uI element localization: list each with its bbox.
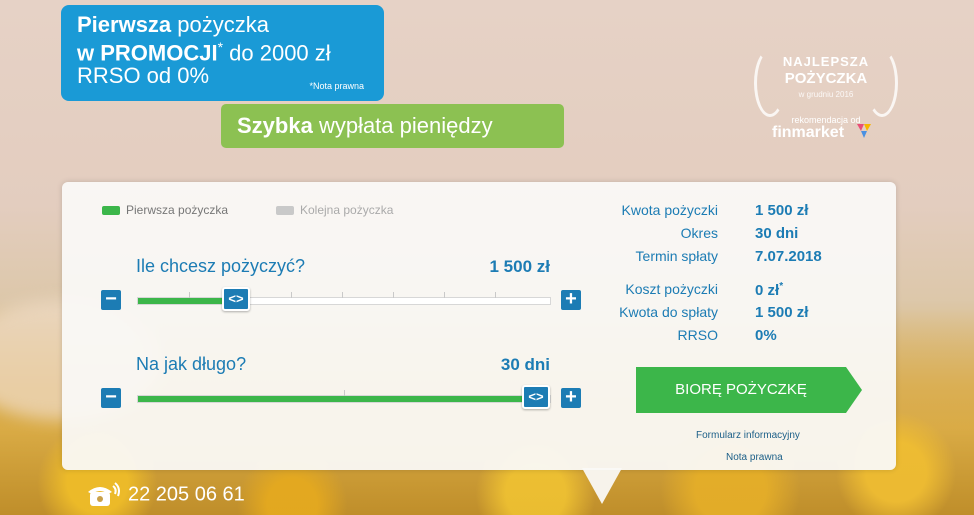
panel-speech-tail — [582, 468, 622, 504]
speech-bubble-icon — [276, 206, 294, 216]
slider-tick — [393, 292, 394, 298]
phone-contact[interactable]: 22 205 06 61 — [88, 482, 245, 508]
summary-row-total: Kwota do spłaty 1 500 zł — [619, 304, 809, 321]
slider-tick — [444, 292, 445, 298]
tab-next-loan[interactable]: Kolejna pożyczka — [276, 203, 393, 217]
term-increase-button[interactable]: + — [561, 387, 581, 408]
term-slider-track[interactable]: <> — [137, 385, 551, 409]
info-form-link[interactable]: Formularz informacyjny — [696, 430, 800, 441]
summary-row-period: Okres 30 dni — [680, 225, 799, 242]
award-badge: NAJLEPSZA POŻYCZKA w grudniu 2016 rekome… — [752, 44, 900, 154]
amount-increase-button[interactable]: + — [561, 289, 581, 310]
legal-note-link[interactable]: Nota prawna — [726, 452, 783, 463]
slider-tick — [344, 390, 345, 396]
slider-tick — [342, 292, 343, 298]
amount-decrease-button[interactable]: − — [101, 289, 121, 310]
summary-row-rrso: RRSO 0% — [677, 327, 777, 344]
finmarket-logo-text: finmarket — [772, 124, 845, 141]
promo-legal-note-link[interactable]: *Nota prawna — [309, 81, 364, 91]
phone-icon — [88, 482, 120, 506]
loan-calculator-panel: Pierwsza pożyczka Kolejna pożyczka Ile c… — [62, 182, 896, 470]
term-slider-handle[interactable]: <> — [522, 385, 550, 409]
amount-slider-handle[interactable]: <> — [222, 287, 250, 311]
slider-tick — [189, 292, 190, 298]
speech-bubble-icon — [102, 206, 120, 216]
promo-line-2: w PROMOCJI* do 2000 zł — [77, 39, 331, 66]
term-label: Na jak długo? — [136, 354, 247, 374]
fast-payout-banner: Szybka wypłata pieniędzy — [221, 104, 564, 148]
award-title-1: NAJLEPSZA — [782, 54, 870, 69]
summary-row-due-date: Termin spłaty 7.07.2018 — [635, 248, 822, 265]
finmarket-logo-icon — [857, 124, 871, 138]
award-title-2: POŻYCZKA — [784, 70, 868, 87]
promo-line-1: Pierwsza pożyczka — [77, 12, 269, 37]
take-loan-button[interactable]: BIORĘ POŻYCZKĘ — [636, 367, 846, 413]
amount-value: 1 500 zł — [489, 257, 551, 276]
term-decrease-button[interactable]: − — [101, 387, 121, 408]
summary-row-amount: Kwota pożyczki 1 500 zł — [621, 202, 809, 219]
tab-first-loan[interactable]: Pierwsza pożyczka — [102, 203, 228, 217]
amount-slider-track[interactable]: <> — [137, 287, 551, 311]
slider-tick — [495, 292, 496, 298]
promo-banner: Pierwsza pożyczka w PROMOCJI* do 2000 zł… — [61, 5, 384, 101]
take-loan-button-arrow[interactable] — [846, 367, 862, 413]
term-slider-fill — [138, 396, 536, 402]
award-date: w grudniu 2016 — [798, 90, 854, 99]
slider-tick — [291, 292, 292, 298]
summary-row-cost: Koszt pożyczki 0 zł* — [625, 281, 784, 299]
amount-label: Ile chcesz pożyczyć? — [136, 256, 306, 276]
term-value: 30 dni — [500, 355, 550, 374]
